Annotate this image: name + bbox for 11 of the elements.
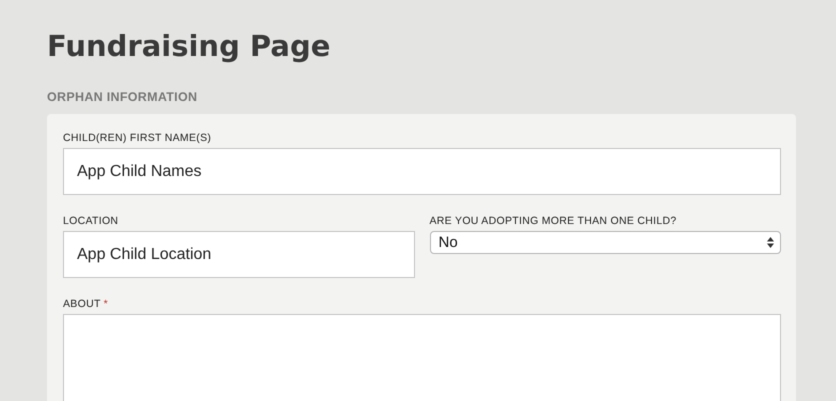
dropdown[interactable]: No: [430, 231, 781, 254]
text-field[interactable]: App Child Location: [63, 231, 414, 278]
text-field[interactable]: App Child Names: [63, 148, 781, 195]
page-title: Fundraising Page: [47, 28, 330, 65]
field-label: ABOUT: [63, 298, 101, 311]
dropdown-arrows-icon: [767, 237, 774, 248]
required-mark: *: [104, 298, 108, 311]
field-label: ARE YOU ADOPTING MORE THAN ONE CHILD?: [430, 215, 677, 228]
field-label: LOCATION: [63, 215, 118, 228]
field-label: CHILD(REN) FIRST NAME(S): [63, 132, 212, 145]
section-title: ORPHAN INFORMATION: [47, 90, 198, 104]
